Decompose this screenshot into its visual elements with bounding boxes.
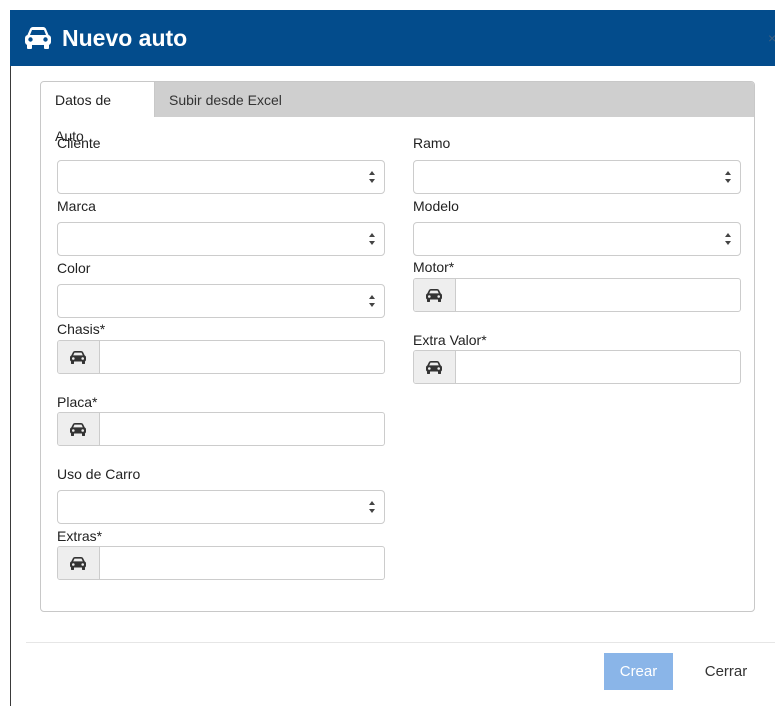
crear-button[interactable]: Crear [604,653,673,690]
dialog-header: Nuevo auto × [10,10,775,66]
extras-label: Extras* [57,528,103,544]
cliente-select[interactable] [57,160,385,194]
motor-label: Motor* [413,259,455,275]
car-icon [70,557,86,570]
placa-addon [58,413,100,445]
tab-bar: Datos de Auto Subir desde Excel [41,82,754,144]
tab-datos-de-auto[interactable]: Datos de Auto [41,82,155,144]
select-arrows-icon [369,233,375,245]
color-select[interactable] [57,284,385,318]
extra-valor-label: Extra Valor* [413,332,487,348]
motor-field[interactable] [413,278,741,312]
close-icon[interactable]: × [768,30,775,46]
dialog-left-edge [10,10,11,706]
dialog-title: Nuevo auto [62,25,188,51]
select-arrows-icon [369,171,375,183]
chasis-addon [58,341,100,373]
cerrar-button[interactable]: Cerrar [690,653,762,690]
car-icon [24,26,52,50]
tab-subir-desde-excel[interactable]: Subir desde Excel [155,82,296,117]
modelo-label: Modelo [413,198,459,214]
placa-label: Placa* [57,394,98,410]
placa-field[interactable] [57,412,385,446]
chasis-field[interactable] [57,340,385,374]
select-arrows-icon [369,295,375,307]
car-icon [70,351,86,364]
ramo-label: Ramo [413,135,451,151]
cliente-label: Cliente [57,135,101,151]
extra-valor-field[interactable] [413,350,741,384]
car-icon [426,289,442,302]
extras-addon [58,547,100,579]
uso-de-carro-select[interactable] [57,490,385,524]
select-arrows-icon [725,233,731,245]
car-icon [70,423,86,436]
select-arrows-icon [369,501,375,513]
chasis-label: Chasis* [57,321,106,337]
select-arrows-icon [725,171,731,183]
extra-valor-addon [414,351,456,383]
marca-label: Marca [57,198,96,214]
color-label: Color [57,260,91,276]
car-icon [426,361,442,374]
ramo-select[interactable] [413,160,741,194]
uso-de-carro-label: Uso de Carro [57,466,141,482]
marca-select[interactable] [57,222,385,256]
motor-addon [414,279,456,311]
extras-field[interactable] [57,546,385,580]
footer-divider [26,642,775,643]
modelo-select[interactable] [413,222,741,256]
